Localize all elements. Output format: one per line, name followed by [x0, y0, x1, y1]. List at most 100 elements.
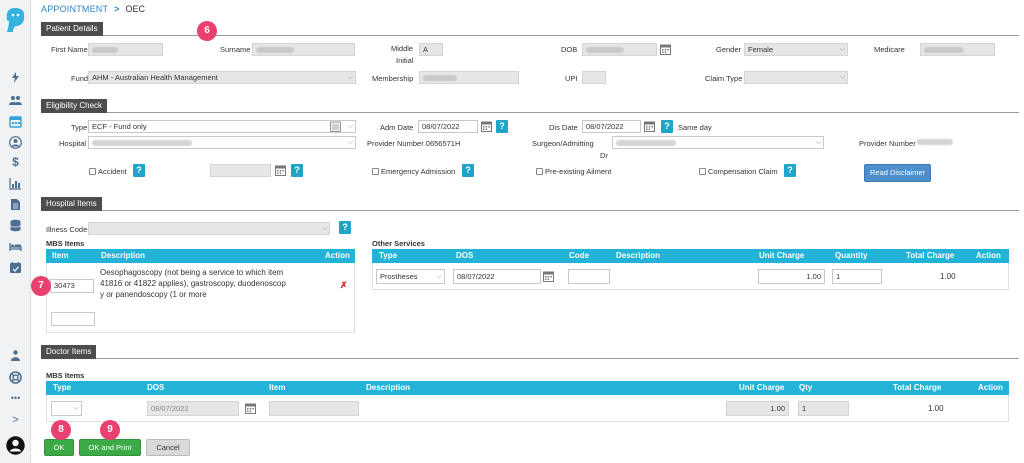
hospital-mbs-col-description: Description [101, 251, 146, 260]
gender-chevron-down-icon: ⌵ [839, 46, 845, 53]
more-icon[interactable]: ••• [8, 392, 23, 405]
calendar-icon[interactable] [8, 115, 23, 128]
surgeon-select[interactable]: ⌵ [612, 136, 824, 149]
dob-field[interactable] [582, 43, 657, 56]
eligibility-type-select[interactable]: ECF - Fund only ⌵ [88, 120, 356, 133]
other-dos-field[interactable]: 08/07/2022 [453, 269, 541, 284]
bar-chart-icon[interactable] [8, 177, 23, 190]
adm-date-field[interactable]: 08/07/2022 [418, 120, 478, 133]
doctor-dos-field[interactable]: 08/07/2022 [147, 401, 239, 416]
accident-calendar-icon[interactable] [275, 165, 286, 176]
step-badge-9: 9 [100, 420, 120, 440]
membership-field[interactable] [419, 71, 519, 84]
claim-type-chevron-down-icon: ⌵ [839, 74, 845, 81]
ok-and-print-button[interactable]: OK and Print [79, 439, 141, 456]
doctor-dos-calendar-icon[interactable] [245, 403, 256, 414]
hospital-mbs-new-item-field[interactable] [51, 312, 95, 326]
help-ring-icon[interactable] [8, 371, 23, 384]
illness-code-select[interactable]: ⌵ [88, 222, 330, 235]
hospital-mbs-item-field[interactable]: 30473 [50, 279, 94, 293]
fund-chevron-down-icon: ⌵ [347, 74, 353, 81]
dis-date-help-icon[interactable]: ? [661, 120, 673, 133]
fund-select[interactable]: AHM - Australian Health Management ⌵ [88, 71, 356, 84]
gender-select[interactable]: Female ⌵ [744, 43, 848, 56]
doctor-type-select[interactable]: ⌵ [51, 401, 82, 416]
doctor-type-chevron-down-icon: ⌵ [73, 405, 79, 412]
database-icon[interactable] [8, 219, 23, 232]
other-type-select[interactable]: Prostheses ⌵ [376, 269, 445, 284]
eligibility-check-title: Eligibility Check [41, 99, 108, 113]
surname-field[interactable] [252, 43, 355, 56]
fund-value: AHM - Australian Health Management [92, 73, 218, 82]
other-col-quantity: Quantity [835, 251, 868, 260]
first-name-field[interactable] [88, 43, 163, 56]
provider-number-label: Provider Number 0656571H [367, 139, 461, 148]
claim-type-select[interactable]: ⌵ [744, 71, 848, 84]
read-disclaimer-button[interactable]: Read Disclaimer [864, 164, 931, 182]
doctor-item-field[interactable] [269, 401, 359, 416]
doctor-col-dos: DOS [147, 383, 165, 392]
cancel-button[interactable]: Cancel [146, 439, 190, 456]
bolt-icon[interactable] [8, 71, 23, 84]
other-col-unit-charge: Unit Charge [759, 251, 805, 260]
other-quantity-field[interactable]: 1 [832, 269, 882, 284]
breadcrumb-appointment[interactable]: APPOINTMENT [41, 4, 108, 14]
eligibility-check-header: Eligibility Check [41, 99, 1019, 113]
doctor-items-header: Doctor Items [41, 345, 1019, 359]
surgeon-label-1: Surgeon/Admitting [532, 139, 594, 148]
ok-button[interactable]: OK [44, 439, 74, 456]
medicare-field[interactable] [920, 43, 995, 56]
expand-icon[interactable]: > [8, 414, 23, 427]
main-content: APPOINTMENT > OEC Patient Details 6 First … [31, 0, 1024, 463]
user-circle-icon[interactable] [8, 136, 23, 149]
calendar-check-icon[interactable] [8, 261, 23, 274]
other-col-action: Action [976, 251, 1001, 260]
hospital-mbs-title: MBS Items [46, 239, 85, 248]
middle-initial-field[interactable]: A [419, 43, 443, 56]
user-group-icon[interactable] [8, 349, 23, 362]
hospital-items-header: Hospital Items [41, 197, 1019, 211]
middle-initial-label-2: Initial [396, 56, 414, 65]
doctor-unit-charge-field[interactable]: 1.00 [726, 401, 789, 416]
profile-icon[interactable] [6, 436, 25, 455]
emergency-label: Emergency Admission [381, 167, 456, 176]
other-total-charge: 1.00 [940, 272, 956, 281]
dob-label: DOB [561, 45, 578, 54]
other-unit-charge-field[interactable]: 1.00 [758, 269, 825, 284]
emergency-checkbox[interactable] [372, 168, 379, 175]
delete-x-icon[interactable]: ✗ [340, 280, 348, 291]
illness-code-help-icon[interactable]: ? [339, 221, 351, 234]
other-col-dos: DOS [456, 251, 474, 260]
illness-code-label: Illness Code [46, 225, 88, 234]
dob-calendar-icon[interactable] [660, 44, 671, 55]
accident-help-icon[interactable]: ? [133, 164, 145, 177]
bed-icon[interactable] [8, 240, 23, 253]
compensation-help-icon[interactable]: ? [784, 164, 796, 177]
middle-initial-label-1: Middle [391, 44, 414, 53]
emergency-help-icon[interactable]: ? [462, 164, 474, 177]
other-dos-calendar-icon[interactable] [543, 271, 554, 282]
hospital-select[interactable]: ⌵ [88, 136, 356, 149]
dis-date-calendar-icon[interactable] [644, 121, 655, 132]
other-code-field[interactable] [568, 269, 610, 284]
upi-field[interactable] [582, 71, 606, 84]
compensation-label: Compensation Claim [708, 167, 778, 176]
fund-label: Fund [71, 74, 89, 83]
adm-date-help-icon[interactable]: ? [496, 120, 508, 133]
accident-date-help-icon[interactable]: ? [291, 164, 303, 177]
other-type-value: Prostheses [380, 272, 418, 281]
compensation-checkbox[interactable] [699, 168, 706, 175]
patient-details-title: Patient Details [41, 22, 103, 36]
dis-date-field[interactable]: 08/07/2022 [582, 120, 641, 133]
doctor-qty-field[interactable]: 1 [798, 401, 849, 416]
surgeon-chevron-down-icon: ⌵ [815, 139, 821, 146]
doctor-items-title: Doctor Items [41, 345, 97, 359]
document-icon[interactable] [8, 198, 23, 211]
accident-date-field[interactable] [210, 164, 271, 177]
dollar-icon[interactable]: $ [8, 156, 23, 169]
adm-date-calendar-icon[interactable] [481, 121, 492, 132]
accident-label: Accident [98, 167, 127, 176]
preexisting-checkbox[interactable] [536, 168, 543, 175]
users-icon[interactable] [8, 94, 23, 107]
accident-checkbox[interactable] [89, 168, 96, 175]
